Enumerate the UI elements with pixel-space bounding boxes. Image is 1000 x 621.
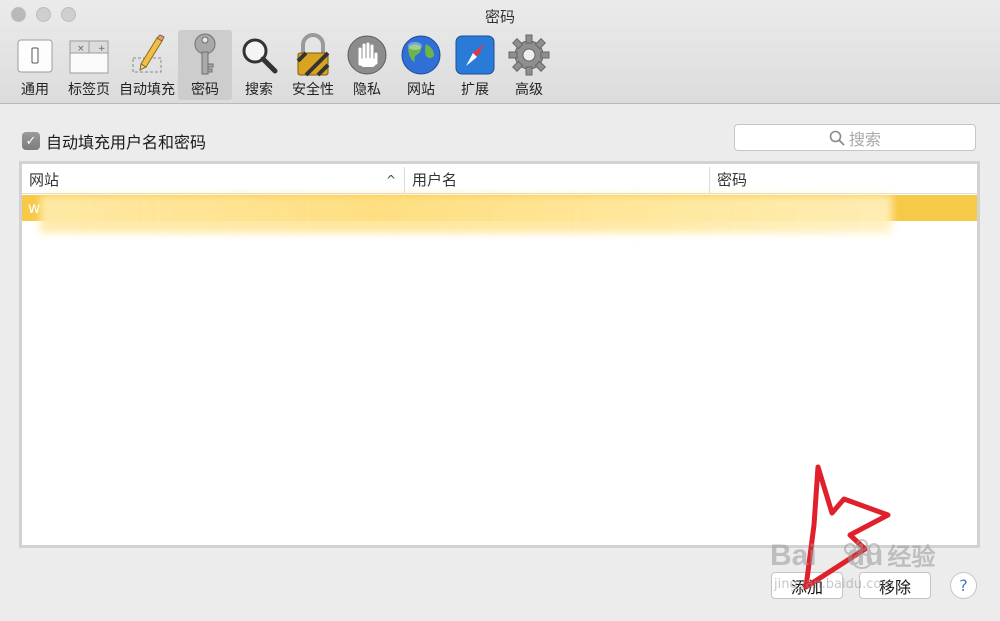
tab-autofill[interactable]: 自动填充 bbox=[116, 30, 178, 100]
tab-privacy-label: 隐私 bbox=[353, 82, 381, 98]
tab-passwords[interactable]: 密码 bbox=[178, 30, 232, 100]
gear-icon bbox=[506, 32, 552, 78]
tab-security-label: 安全性 bbox=[292, 82, 334, 98]
watermark-brand2: du bbox=[846, 539, 884, 572]
tab-search[interactable]: 搜索 bbox=[232, 30, 286, 100]
tab-tabs[interactable]: × + 标签页 bbox=[62, 30, 116, 100]
title-bar: 密码 通用 × + 标签页 自动填充 密码 搜索 安全性 隐私 网站 扩展 高级 bbox=[0, 0, 1000, 104]
tab-search-label: 搜索 bbox=[245, 82, 273, 98]
tab-tabs-label: 标签页 bbox=[68, 82, 110, 98]
watermark-url: jingyan.baidu.com bbox=[774, 577, 894, 592]
padlock-icon bbox=[290, 32, 336, 78]
tab-advanced[interactable]: 高级 bbox=[502, 30, 556, 100]
baidu-watermark: Bai du 经验 jingyan.baidu.com bbox=[770, 525, 970, 605]
tab-websites[interactable]: 网站 bbox=[394, 30, 448, 100]
search-input[interactable]: 搜索 bbox=[734, 124, 976, 151]
general-switch-icon bbox=[12, 32, 58, 78]
window-title: 密码 bbox=[484, 8, 515, 26]
autofill-label: 自动填充用户名和密码 bbox=[46, 133, 207, 152]
tab-autofill-label: 自动填充 bbox=[119, 82, 175, 98]
column-header-website[interactable]: 网站 ^ bbox=[22, 167, 404, 194]
column-header-password[interactable]: 密码 bbox=[709, 167, 977, 194]
key-icon bbox=[182, 32, 228, 78]
tab-security[interactable]: 安全性 bbox=[286, 30, 340, 100]
tab-extensions-label: 扩展 bbox=[461, 82, 489, 98]
sort-ascending-icon: ^ bbox=[385, 173, 396, 187]
compass-icon bbox=[452, 32, 498, 78]
tab-advanced-label: 高级 bbox=[515, 82, 543, 98]
autofill-checkbox[interactable]: ✓ bbox=[22, 132, 40, 150]
search-icon bbox=[829, 130, 845, 146]
tabs-icon: × + bbox=[66, 32, 112, 78]
search-placeholder: 搜索 bbox=[848, 129, 881, 149]
column-header-username[interactable]: 用户名 bbox=[404, 167, 709, 194]
svg-text:+: + bbox=[98, 44, 106, 54]
watermark-suffix: 经验 bbox=[887, 544, 936, 571]
preferences-toolbar: 通用 × + 标签页 自动填充 密码 搜索 安全性 隐私 网站 扩展 高级 bbox=[8, 30, 556, 100]
tab-passwords-label: 密码 bbox=[191, 82, 219, 98]
svg-text:×: × bbox=[77, 44, 85, 54]
hand-icon bbox=[344, 32, 390, 78]
watermark-brand: Bai bbox=[770, 539, 817, 572]
table-row[interactable]: w bbox=[22, 195, 977, 233]
tab-general-label: 通用 bbox=[21, 82, 49, 98]
redaction-blur bbox=[40, 195, 892, 233]
pencil-icon bbox=[124, 32, 170, 78]
tab-extensions[interactable]: 扩展 bbox=[448, 30, 502, 100]
table-header: 网站 ^ 用户名 密码 bbox=[22, 167, 977, 194]
autofill-option[interactable]: ✓ 自动填充用户名和密码 bbox=[22, 129, 206, 153]
globe-icon bbox=[398, 32, 444, 78]
tab-privacy[interactable]: 隐私 bbox=[340, 30, 394, 100]
tab-websites-label: 网站 bbox=[407, 82, 435, 98]
tab-general[interactable]: 通用 bbox=[8, 30, 62, 100]
magnifier-icon bbox=[236, 32, 282, 78]
